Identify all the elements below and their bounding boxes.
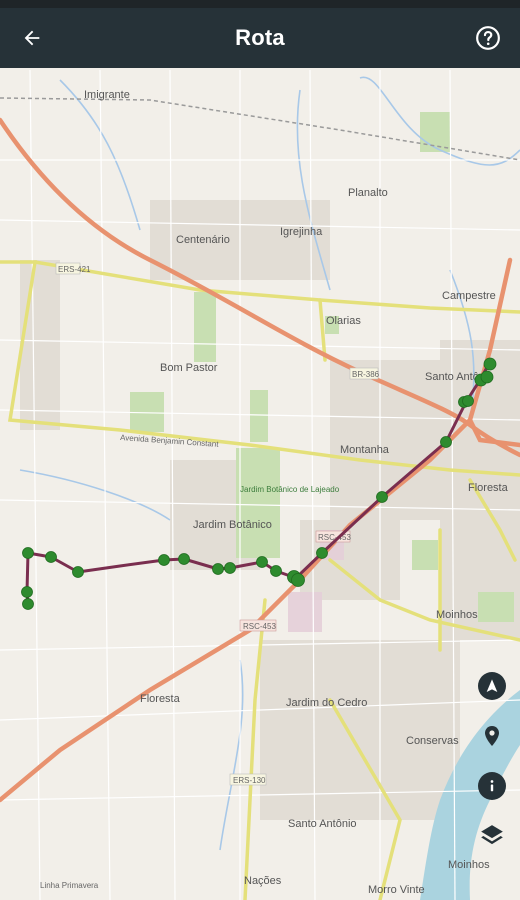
place-imigrante: Imigrante [84, 89, 130, 101]
place-morro-vinte: Morro Vinte [368, 884, 425, 896]
place-floresta-sw: Floresta [140, 693, 181, 705]
road-ers130: ERS-130 [233, 776, 266, 785]
route-stop [291, 573, 305, 587]
road-br386: BR-386 [352, 370, 380, 379]
route-stop [22, 598, 34, 610]
route-stop [480, 370, 494, 384]
info-icon [490, 780, 494, 792]
place-jardim-do-cedro: Jardim do Cedro [286, 697, 367, 709]
navigation-arrow-icon [486, 679, 498, 692]
help-button[interactable] [470, 22, 506, 54]
place-jardim-botanico: Jardim Botânico [193, 519, 272, 531]
help-circle-icon [476, 26, 500, 50]
place-igrejinha: Igrejinha [280, 226, 323, 238]
route-stop [376, 491, 388, 503]
place-nacoes: Nações [244, 875, 282, 887]
place-linha-primavera: Linha Primavera [40, 881, 99, 890]
route-stop [224, 562, 236, 574]
route-stop [72, 566, 84, 578]
place-olarias: Olarias [326, 315, 361, 327]
route-stop [270, 565, 282, 577]
route-stop [22, 547, 34, 559]
road-ers421: ERS-421 [58, 265, 91, 274]
place-santo-antonio-ne: Santo Antô [425, 371, 479, 383]
park-label: Jardim Botânico de Lajeado [240, 485, 340, 494]
road-rsc453-b: RSC-453 [243, 622, 276, 631]
route-stop [462, 395, 474, 407]
back-button[interactable] [14, 22, 50, 54]
place-floresta-e: Floresta [468, 482, 509, 494]
arrow-back-icon [24, 30, 40, 46]
route-stop [440, 436, 452, 448]
place-conservas: Conservas [406, 735, 459, 747]
place-moinhos-s: Moinhos [448, 859, 490, 871]
location-pin-icon [485, 726, 499, 746]
route-stop [316, 547, 328, 559]
place-santo-antonio-s: Santo Antônio [288, 818, 357, 830]
app-bar: Rota [0, 8, 520, 68]
route-stop [45, 551, 57, 563]
navigate-button[interactable] [478, 672, 506, 700]
place-moinhos-e: Moinhos [436, 609, 478, 621]
info-button[interactable] [478, 772, 506, 800]
page-title: Rota [235, 25, 285, 50]
route-stop [212, 563, 224, 575]
route-stop [256, 556, 268, 568]
route-map[interactable]: ERS-421 BR-386 RSC-453 RSC-453 ERS-130 A… [0, 68, 520, 900]
place-centenario: Centenário [176, 234, 230, 246]
marker-button[interactable] [478, 722, 506, 750]
place-planalto: Planalto [348, 187, 388, 199]
layers-icon [481, 825, 503, 845]
place-bom-pastor: Bom Pastor [160, 362, 218, 374]
map-controls [478, 672, 506, 850]
route-stop [21, 586, 33, 598]
place-campestre: Campestre [442, 290, 496, 302]
place-montanha: Montanha [340, 444, 390, 456]
layers-button[interactable] [478, 822, 506, 850]
route-stop [483, 357, 497, 371]
route-stop [178, 553, 190, 565]
route-stop [158, 554, 170, 566]
status-bar [0, 0, 520, 8]
